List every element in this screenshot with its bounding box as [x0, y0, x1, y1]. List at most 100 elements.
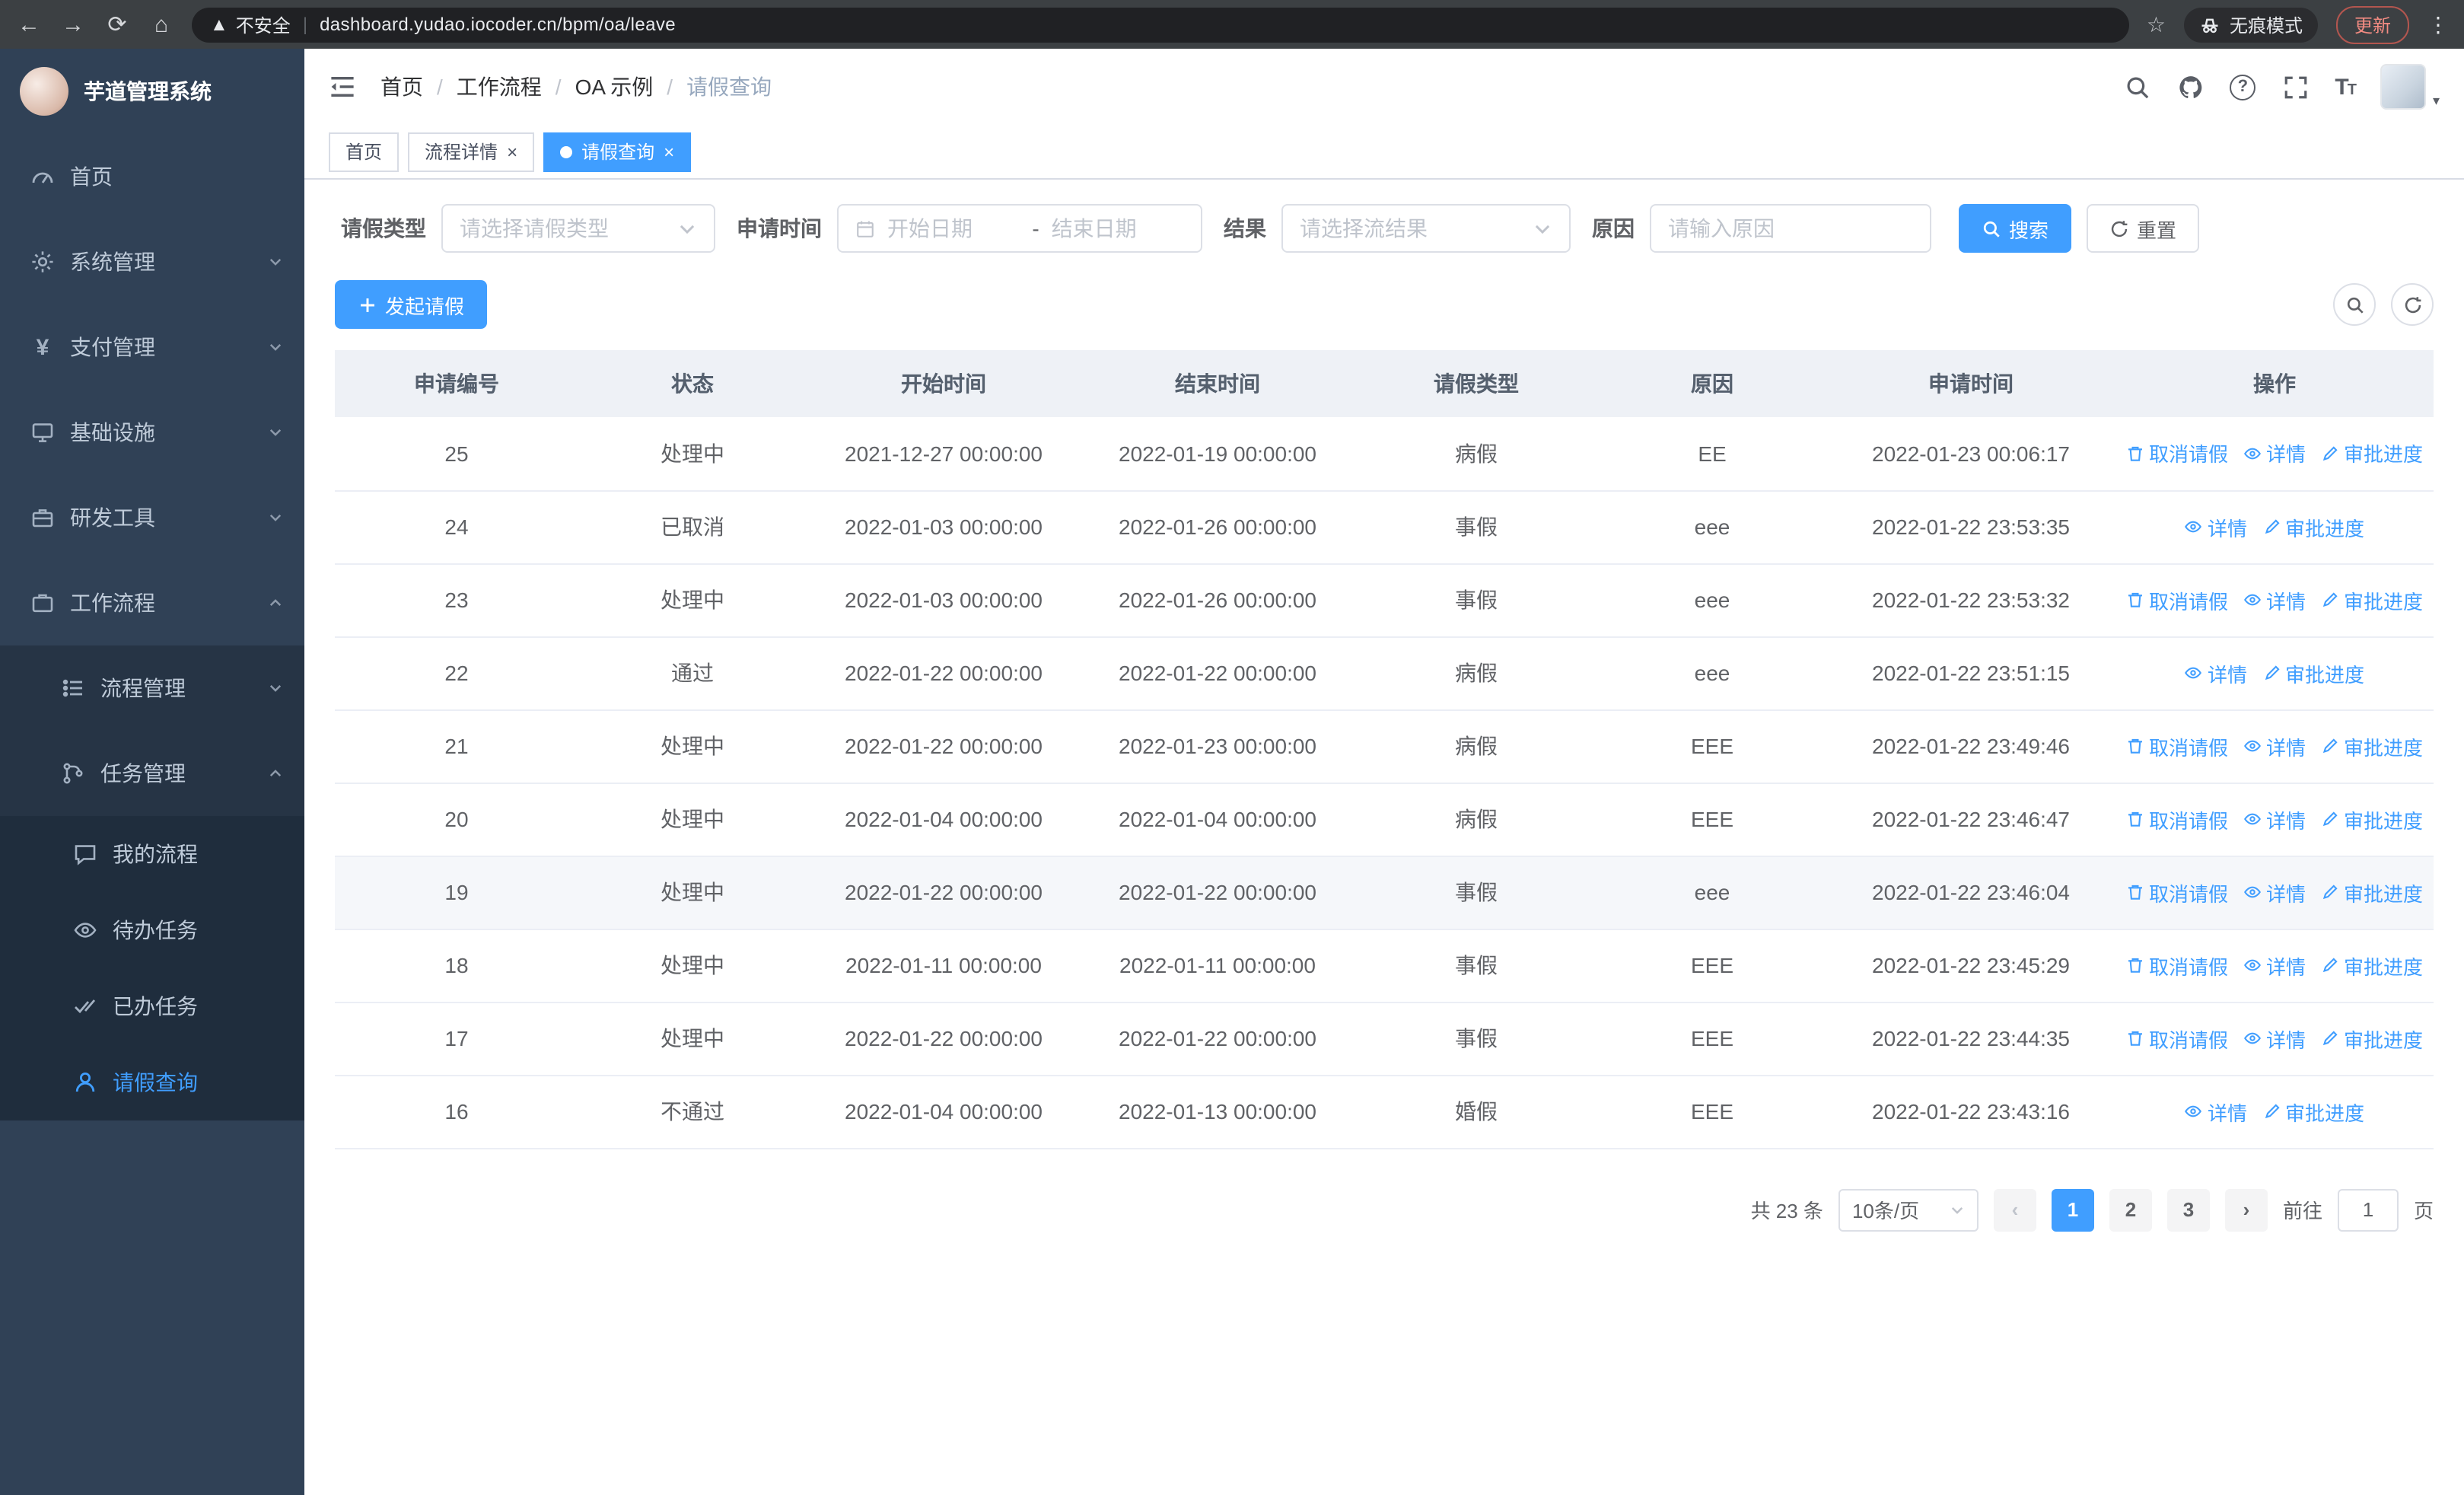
browser-update-button[interactable]: 更新 [2335, 5, 2409, 43]
cell-status: 不通过 [578, 1075, 807, 1149]
page-button-2[interactable]: 2 [2109, 1188, 2152, 1231]
detail-link[interactable]: 详情 [2243, 585, 2306, 614]
browser-menu-icon[interactable]: ⋮ [2427, 11, 2449, 37]
apply-time-range-picker[interactable]: 开始日期 - 结束日期 [837, 204, 1202, 253]
sidebar-item-devtools[interactable]: 研发工具 [0, 475, 304, 560]
user-menu[interactable]: ▾ [2380, 64, 2440, 110]
detail-link[interactable]: 详情 [2185, 512, 2247, 541]
breadcrumb-item[interactable]: 首页 [380, 72, 423, 102]
table-row[interactable]: 24 已取消 2022-01-03 00:00:00 2022-01-26 00… [335, 490, 2434, 564]
cancel-leave-link[interactable]: 取消请假 [2126, 585, 2228, 614]
fullscreen-icon[interactable] [2281, 73, 2309, 100]
browser-back-icon[interactable]: ← [15, 11, 43, 37]
table-row[interactable]: 25 处理中 2021-12-27 00:00:00 2022-01-19 00… [335, 417, 2434, 491]
sidebar-item-home[interactable]: 首页 [0, 134, 304, 219]
github-icon[interactable] [2176, 73, 2204, 100]
page-button-1[interactable]: 1 [2051, 1188, 2094, 1231]
browser-forward-icon[interactable]: → [59, 11, 87, 37]
sidebar-item-leave-query[interactable]: 请假查询 [0, 1044, 304, 1120]
sidebar-item-payment[interactable]: ¥ 支付管理 [0, 304, 304, 390]
search-button[interactable]: 搜索 [1959, 204, 2072, 253]
tab-home[interactable]: 首页 [329, 132, 400, 171]
approval-progress-link[interactable]: 审批进度 [2321, 732, 2423, 760]
approval-progress-link[interactable]: 审批进度 [2321, 439, 2423, 468]
detail-link[interactable]: 详情 [2243, 878, 2306, 907]
search-icon[interactable] [2123, 73, 2150, 100]
sidebar: 芋道管理系统 首页 系统管理 ¥ 支付管理 基础设施 研发工具 工作流程 流程管… [0, 49, 304, 1495]
table-row[interactable]: 16 不通过 2022-01-04 00:00:00 2022-01-13 00… [335, 1075, 2434, 1149]
sidebar-item-infrastructure[interactable]: 基础设施 [0, 390, 304, 475]
sidebar-item-workflow[interactable]: 工作流程 [0, 560, 304, 645]
approval-progress-link[interactable]: 审批进度 [2262, 512, 2364, 541]
page-size-select[interactable]: 10条/页 [1838, 1188, 1979, 1231]
cancel-leave-link[interactable]: 取消请假 [2126, 1024, 2228, 1053]
result-select[interactable]: 请选择流结果 [1281, 204, 1571, 253]
next-page-button[interactable]: › [2224, 1188, 2268, 1231]
cell-actions: 详情 审批进度 [2115, 1075, 2434, 1149]
detail-link[interactable]: 详情 [2243, 439, 2306, 468]
create-leave-button[interactable]: 发起请假 [335, 280, 488, 329]
detail-link[interactable]: 详情 [2243, 732, 2306, 760]
approval-progress-link[interactable]: 审批进度 [2262, 1097, 2364, 1126]
security-warning[interactable]: ▲ 不安全 [210, 11, 291, 37]
browser-home-icon[interactable]: ⌂ [148, 11, 175, 37]
address-bar[interactable]: ▲ 不安全 | dashboard.yudao.iocoder.cn/bpm/o… [192, 7, 2130, 42]
leave-type-select[interactable]: 请选择请假类型 [441, 204, 715, 253]
table-row[interactable]: 19 处理中 2022-01-22 00:00:00 2022-01-22 00… [335, 856, 2434, 929]
breadcrumb-item[interactable]: OA 示例 [575, 72, 654, 102]
page-button-3[interactable]: 3 [2166, 1188, 2210, 1231]
cancel-leave-link[interactable]: 取消请假 [2126, 878, 2228, 907]
sidebar-toggle-icon[interactable] [329, 73, 356, 100]
help-icon[interactable]: ? [2230, 74, 2256, 100]
cell-reason: EEE [1598, 1075, 1826, 1149]
approval-progress-link[interactable]: 审批进度 [2321, 585, 2423, 614]
detail-link[interactable]: 详情 [2185, 658, 2247, 687]
branch-icon [61, 761, 85, 786]
sidebar-item-system[interactable]: 系统管理 [0, 219, 304, 304]
table-row[interactable]: 20 处理中 2022-01-04 00:00:00 2022-01-04 00… [335, 783, 2434, 856]
browser-refresh-icon[interactable]: ⟳ [103, 11, 131, 38]
cancel-leave-link[interactable]: 取消请假 [2126, 439, 2228, 468]
tab-leave-query[interactable]: 请假查询 × [543, 132, 692, 171]
breadcrumb-item[interactable]: 工作流程 [457, 72, 542, 102]
approval-progress-link[interactable]: 审批进度 [2321, 878, 2423, 907]
font-size-icon[interactable]: TT [2335, 74, 2357, 100]
approval-progress-link[interactable]: 审批进度 [2321, 805, 2423, 834]
sidebar-item-todo-tasks[interactable]: 待办任务 [0, 892, 304, 968]
close-icon[interactable]: × [507, 142, 517, 161]
table-row[interactable]: 18 处理中 2022-01-11 00:00:00 2022-01-11 00… [335, 929, 2434, 1003]
goto-page-input[interactable] [2337, 1188, 2399, 1231]
sidebar-item-my-process[interactable]: 我的流程 [0, 816, 304, 892]
approval-progress-link[interactable]: 审批进度 [2321, 951, 2423, 980]
sidebar-item-task-management[interactable]: 任务管理 [0, 731, 304, 816]
cancel-leave-link[interactable]: 取消请假 [2126, 732, 2228, 760]
detail-link[interactable]: 详情 [2243, 951, 2306, 980]
toggle-search-button[interactable] [2333, 283, 2376, 326]
table-row[interactable]: 22 通过 2022-01-22 00:00:00 2022-01-22 00:… [335, 636, 2434, 710]
approval-progress-link[interactable]: 审批进度 [2262, 658, 2364, 687]
cell-start-time: 2022-01-03 00:00:00 [807, 563, 1081, 637]
prev-page-button[interactable]: ‹ [1993, 1188, 2036, 1231]
reset-button[interactable]: 重置 [2087, 204, 2200, 253]
table-row[interactable]: 17 处理中 2022-01-22 00:00:00 2022-01-22 00… [335, 1002, 2434, 1076]
refresh-table-button[interactable] [2391, 283, 2434, 326]
bookmark-star-icon[interactable]: ☆ [2147, 11, 2166, 37]
table-row[interactable]: 23 处理中 2022-01-03 00:00:00 2022-01-26 00… [335, 563, 2434, 637]
detail-link[interactable]: 详情 [2243, 805, 2306, 834]
detail-link[interactable]: 详情 [2185, 1097, 2247, 1126]
cell-apply-time: 2022-01-23 00:06:17 [1826, 417, 2115, 491]
close-icon[interactable]: × [664, 142, 674, 161]
detail-link[interactable]: 详情 [2243, 1024, 2306, 1053]
eye-icon [2185, 521, 2202, 533]
app-logo[interactable]: 芋道管理系统 [0, 49, 304, 134]
chevron-down-icon [1951, 1206, 1963, 1213]
tab-process-detail[interactable]: 流程详情 × [408, 132, 535, 171]
reason-input[interactable] [1668, 216, 1913, 241]
cancel-leave-link[interactable]: 取消请假 [2126, 951, 2228, 980]
cancel-leave-link[interactable]: 取消请假 [2126, 805, 2228, 834]
sidebar-item-process-management[interactable]: 流程管理 [0, 645, 304, 731]
approval-progress-link[interactable]: 审批进度 [2321, 1024, 2423, 1053]
active-dot [560, 145, 573, 158]
sidebar-item-done-tasks[interactable]: 已办任务 [0, 968, 304, 1044]
table-row[interactable]: 21 处理中 2022-01-22 00:00:00 2022-01-23 00… [335, 709, 2434, 783]
